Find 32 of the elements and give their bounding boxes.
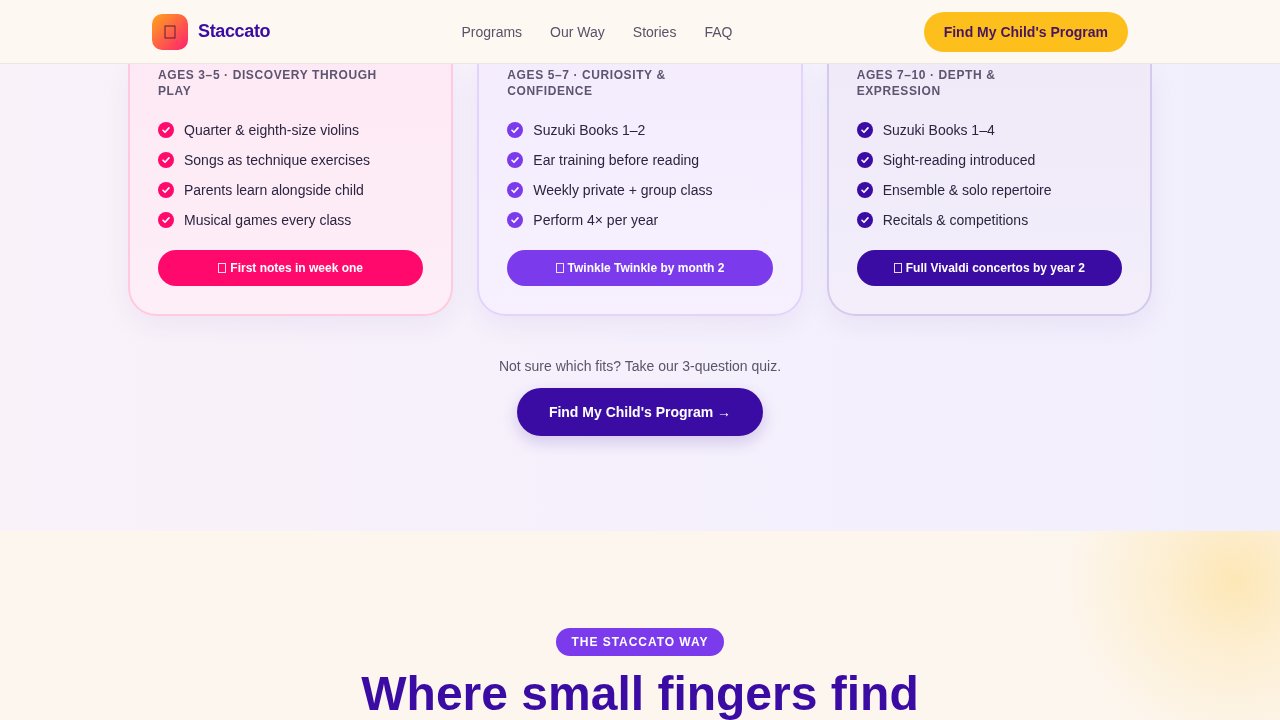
milestone-text: Full Vivaldi concertos by year 2 — [905, 261, 1085, 275]
nav-link[interactable]: Stories — [632, 23, 677, 40]
feature-text: Parents learn alongside child — [184, 182, 364, 198]
feature-text: Quarter & eighth-size violins — [184, 122, 360, 138]
feature-text: Weekly private + group class — [533, 182, 713, 198]
section-heading: Where small fingers find — [361, 668, 919, 720]
feature-text: Perform 4× per year — [533, 212, 659, 228]
empty-square-icon — [893, 263, 902, 273]
feature-text: Suzuki Books 1–4 — [882, 122, 995, 138]
feature-text: Sight-reading introduced — [882, 152, 1036, 168]
quiz-button[interactable]: Find My Child's Program → — [516, 388, 764, 436]
milestone-text: First notes in week one — [230, 261, 363, 275]
feature-text: Musical games every class — [184, 212, 352, 228]
empty-square-icon — [555, 263, 564, 273]
quiz-prompt-text: Not sure which fits? Take our 3-question quiz. — [498, 357, 782, 376]
nav-link[interactable]: Programs — [461, 23, 523, 40]
brand-name: Staccato — [198, 21, 271, 42]
milestone-text: Twinkle Twinkle by month 2 — [567, 261, 725, 275]
card-eyebrow: AGES 5–7 · CURIOSITY & CONFIDENCE — [507, 67, 667, 99]
logo-tile-icon — [152, 13, 188, 50]
feature-text: Ear training before reading — [533, 152, 700, 168]
find-program-button[interactable]: Find My Child's Program — [923, 11, 1128, 52]
feature-text: Ensemble & solo repertoire — [882, 182, 1052, 198]
card-eyebrow: AGES 3–5 · DISCOVERY THROUGH PLAY — [158, 67, 378, 99]
section-tag: THE STACCATO WAY — [555, 628, 725, 656]
nav-link[interactable]: FAQ — [704, 23, 733, 40]
nav-link[interactable]: Our Way — [550, 23, 605, 40]
empty-square-icon — [218, 263, 227, 273]
feature-text: Songs as technique exercises — [184, 152, 370, 168]
feature-text: Recitals & competitions — [882, 212, 1029, 228]
card-eyebrow: AGES 7–10 · DEPTH & EXPRESSION — [856, 67, 997, 99]
feature-text: Suzuki Books 1–2 — [533, 122, 646, 138]
